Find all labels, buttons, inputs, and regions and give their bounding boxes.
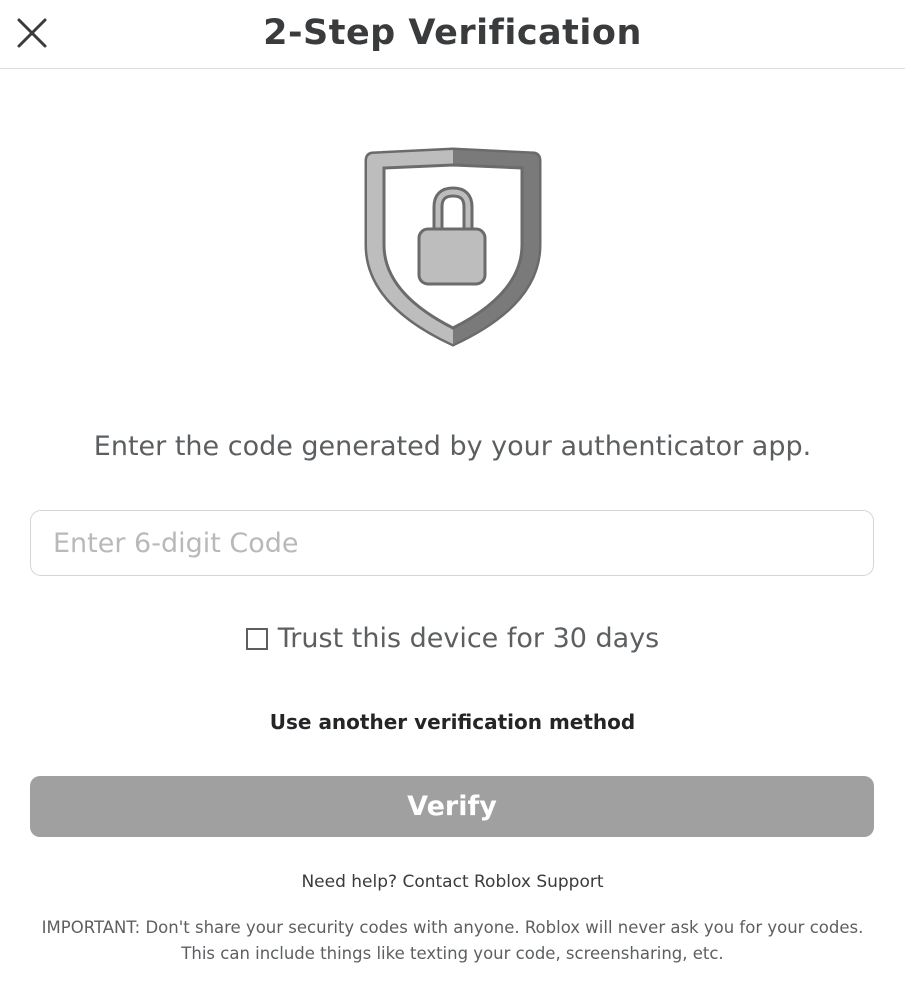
trust-device-row[interactable]: Trust this device for 30 days	[0, 619, 905, 659]
verify-button[interactable]: Verify	[30, 776, 874, 837]
trust-device-label[interactable]: Trust this device for 30 days	[278, 619, 659, 659]
help-prefix: Need help?	[301, 872, 398, 892]
shield-lock-icon	[362, 145, 544, 349]
page-title: 2-Step Verification	[263, 13, 642, 53]
code-input[interactable]	[30, 510, 874, 576]
help-text: Need help? Contact Roblox Support	[0, 869, 905, 895]
instruction-text: Enter the code generated by your authent…	[93, 431, 812, 462]
important-notice: IMPORTANT: Don't share your security cod…	[41, 918, 864, 963]
modal-header: 2-Step Verification	[0, 0, 905, 69]
trust-device-checkbox[interactable]	[245, 628, 268, 650]
alternate-method-link[interactable]: Use another verification method	[0, 707, 905, 737]
contact-support-link[interactable]: Contact Roblox Support	[402, 872, 603, 892]
two-step-verification-modal: 2-Step Verification Enter the code gener…	[0, 0, 905, 1000]
